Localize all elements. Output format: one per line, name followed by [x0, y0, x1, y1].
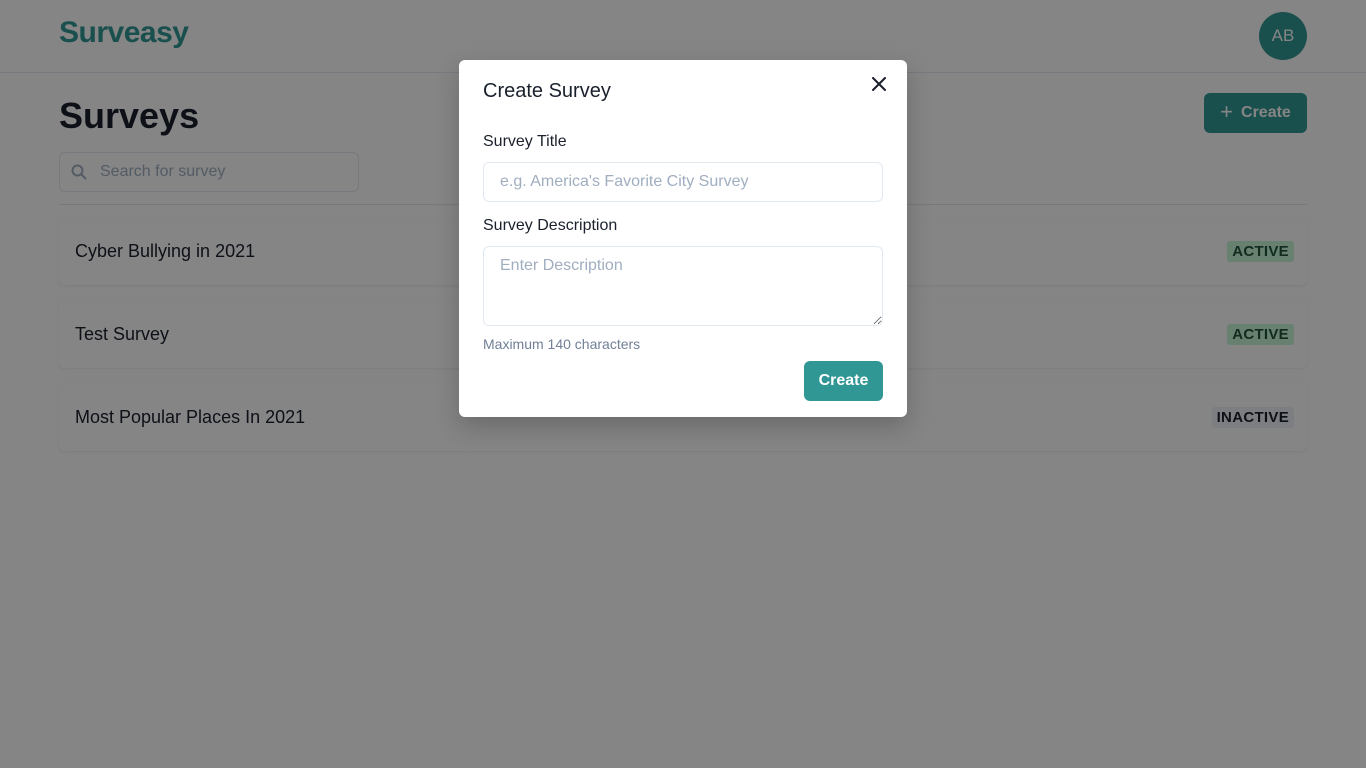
survey-description-input[interactable]: [483, 246, 883, 326]
close-button[interactable]: [867, 72, 891, 96]
survey-title-input[interactable]: [483, 162, 883, 202]
helper-text: Maximum 140 characters: [483, 336, 641, 352]
survey-title-label: Survey Title: [483, 133, 567, 150]
modal-create-button[interactable]: Create: [804, 361, 883, 401]
survey-description-label: Survey Description: [483, 217, 618, 234]
close-icon: [872, 77, 886, 91]
modal-title: Create Survey: [483, 80, 611, 102]
create-survey-modal: Create Survey Survey Title Survey Descri…: [459, 60, 907, 417]
